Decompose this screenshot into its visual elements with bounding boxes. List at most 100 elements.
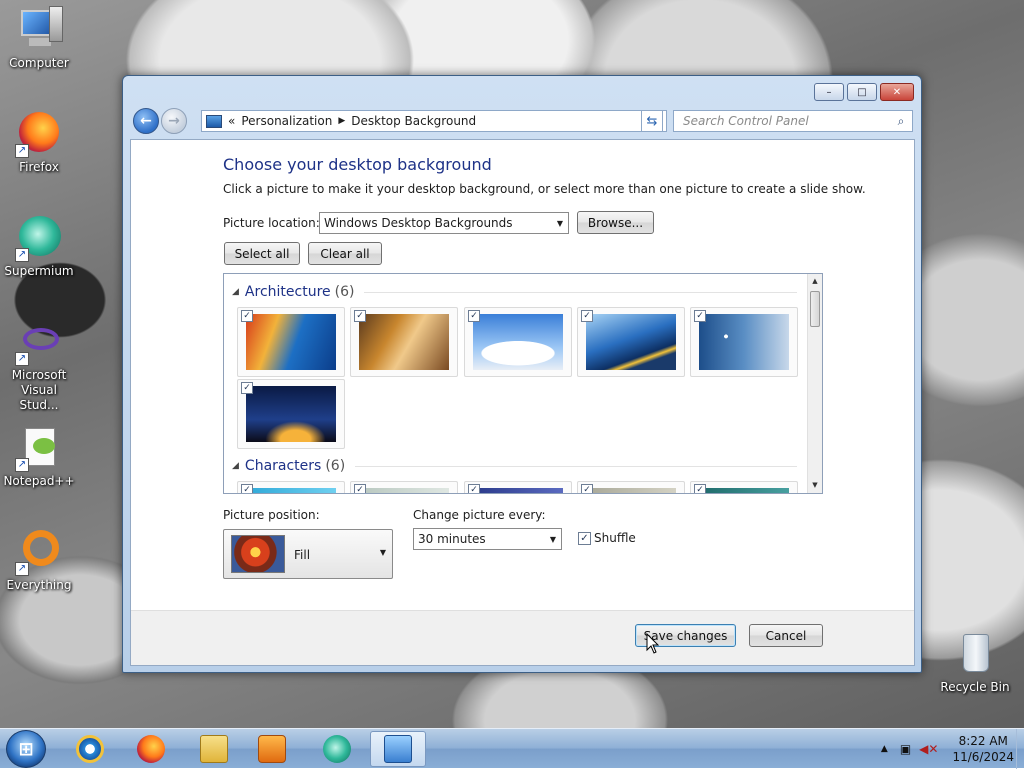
cancel-button[interactable]: Cancel (749, 624, 823, 647)
firefox-icon (137, 735, 165, 763)
shortcut-arrow-icon: ↗ (15, 458, 29, 472)
wallpaper-thumbnail[interactable]: ✓ (690, 481, 798, 493)
characters-image-4 (586, 488, 676, 493)
volume-muted-icon[interactable]: ◀✕ (919, 742, 938, 756)
browse-button[interactable]: Browse... (577, 211, 654, 234)
system-tray: ▲ ▣ ◀✕ 8:22 AM 11/6/2024 (881, 729, 1014, 769)
maximize-button[interactable]: □ (847, 83, 877, 101)
taskbar-firefox[interactable] (123, 731, 179, 767)
desktop-icon-supermium[interactable]: ↗ Supermium (0, 214, 78, 279)
control-panel-icon (206, 114, 222, 128)
shuffle-checkbox[interactable]: ✓ (578, 532, 591, 545)
show-desktop-button[interactable] (1016, 729, 1024, 769)
collapse-triangle-icon[interactable]: ◢ (232, 461, 239, 471)
search-icon[interactable]: ⌕ (890, 114, 912, 129)
thumbnail-checkbox[interactable]: ✓ (241, 484, 253, 493)
collapse-triangle-icon[interactable]: ◢ (232, 287, 239, 297)
shortcut-arrow-icon: ↗ (15, 144, 29, 158)
page-title: Choose your desktop background (223, 155, 492, 174)
wallpaper-thumbnail[interactable]: ✓ (237, 481, 345, 493)
wallpaper-thumbnail[interactable]: ✓ (237, 307, 345, 377)
position-preview-image (231, 535, 285, 573)
close-button[interactable]: ✕ (880, 83, 914, 101)
thumbnail-checkbox[interactable]: ✓ (694, 484, 706, 493)
desktop-icon-label: Firefox (19, 160, 59, 174)
gallery-scrollbar[interactable]: ▲ ▼ (807, 274, 822, 493)
picture-position-select[interactable]: Fill ▼ (223, 529, 393, 579)
change-interval-select[interactable]: 30 minutes ▼ (413, 528, 562, 550)
media-player-icon (258, 735, 286, 763)
back-button[interactable]: ← (133, 108, 159, 134)
wallpaper-thumbnail[interactable]: ✓ (577, 307, 685, 377)
computer-icon (15, 6, 63, 54)
network-icon[interactable]: ▣ (900, 742, 911, 756)
desktop-icon-label: Everything (6, 578, 72, 592)
search-box[interactable]: ⌕ (673, 110, 913, 132)
wallpaper-thumbnail[interactable]: ✓ (350, 481, 458, 493)
thumbnail-checkbox[interactable]: ✓ (468, 484, 480, 493)
breadcrumb-desktop-background[interactable]: Desktop Background (351, 114, 476, 128)
notepadpp-icon: ↗ (15, 424, 63, 472)
refresh-button[interactable]: ⇆ (641, 110, 663, 132)
thumbnail-checkbox[interactable]: ✓ (241, 382, 253, 394)
start-button[interactable]: ⊞ (6, 730, 46, 768)
wallpaper-thumbnail[interactable]: ✓ (690, 307, 798, 377)
desktop-icon-computer[interactable]: Computer (0, 6, 78, 71)
address-bar[interactable]: « Personalization ▶ Desktop Background ▼ (201, 110, 667, 132)
group-count: (6) (334, 284, 355, 300)
taskbar-control-panel[interactable] (370, 731, 426, 767)
thumbnail-checkbox[interactable]: ✓ (354, 310, 366, 322)
thumbnail-checkbox[interactable]: ✓ (581, 310, 593, 322)
desktop-icon-everything[interactable]: ↗ Everything (0, 528, 78, 593)
picture-location-select[interactable]: Windows Desktop Backgrounds ▼ (319, 212, 569, 234)
taskbar-supermium[interactable] (309, 731, 365, 767)
thumbnail-checkbox[interactable]: ✓ (354, 484, 366, 493)
shuffle-label[interactable]: Shuffle (594, 531, 636, 545)
thumbnail-checkbox[interactable]: ✓ (694, 310, 706, 322)
clear-all-button[interactable]: Clear all (308, 242, 382, 265)
taskbar-internet-explorer[interactable] (62, 731, 118, 767)
picture-position-value: Fill (294, 548, 311, 562)
page-description: Click a picture to make it your desktop … (223, 182, 866, 196)
taskbar-file-explorer[interactable] (186, 731, 242, 767)
navigation-bar: ← → « Personalization ▶ Desktop Backgrou… (131, 108, 915, 134)
thumbnail-checkbox[interactable]: ✓ (581, 484, 593, 493)
refresh-icon: ⇆ (646, 113, 658, 129)
group-header-characters[interactable]: ◢ Characters (6) (232, 458, 797, 474)
breadcrumb-separator-icon[interactable]: ▶ (338, 116, 345, 126)
thumbnail-checkbox[interactable]: ✓ (468, 310, 480, 322)
scroll-up-icon[interactable]: ▲ (808, 274, 822, 289)
arrow-right-icon: → (168, 113, 180, 129)
wallpaper-thumbnail[interactable]: ✓ (577, 481, 685, 493)
wallpaper-thumbnail[interactable]: ✓ (237, 379, 345, 449)
desktop-icon-label: Notepad++ (3, 474, 75, 488)
characters-image-5 (699, 488, 789, 493)
select-all-button[interactable]: Select all (224, 242, 300, 265)
clock[interactable]: 8:22 AM 11/6/2024 (952, 733, 1014, 765)
supermium-icon: ↗ (15, 214, 63, 262)
wallpaper-thumbnail[interactable]: ✓ (350, 307, 458, 377)
wallpaper-thumbnail[interactable]: ✓ (464, 307, 572, 377)
breadcrumb-personalization[interactable]: Personalization (241, 114, 332, 128)
forward-button[interactable]: → (161, 108, 187, 134)
wallpaper-thumbnail[interactable]: ✓ (464, 481, 572, 493)
show-hidden-icons-button[interactable]: ▲ (881, 744, 888, 754)
picture-location-value: Windows Desktop Backgrounds (324, 216, 513, 230)
desktop-icon-firefox[interactable]: ↗ Firefox (0, 110, 78, 175)
windows-logo-icon: ⊞ (18, 738, 34, 760)
search-input[interactable] (681, 113, 890, 129)
mouse-cursor-icon (646, 633, 660, 654)
desktop-icon-label: Recycle Bin (940, 680, 1010, 694)
taskbar-media-player[interactable] (244, 731, 300, 767)
chevron-down-icon: ▼ (379, 548, 386, 557)
architecture-image-1 (246, 314, 336, 370)
group-header-architecture[interactable]: ◢ Architecture (6) (232, 284, 797, 300)
desktop-icon-recycle-bin[interactable]: Recycle Bin (936, 630, 1014, 695)
desktop-icon-visual-studio[interactable]: ↗ Microsoft Visual Stud... (0, 318, 78, 413)
desktop-icon-notepadpp[interactable]: ↗ Notepad++ (0, 424, 78, 489)
breadcrumb-overflow[interactable]: « (228, 114, 235, 128)
thumbnail-checkbox[interactable]: ✓ (241, 310, 253, 322)
scrollbar-thumb[interactable] (810, 291, 820, 327)
minimize-button[interactable]: – (814, 83, 844, 101)
scroll-down-icon[interactable]: ▼ (808, 478, 822, 493)
